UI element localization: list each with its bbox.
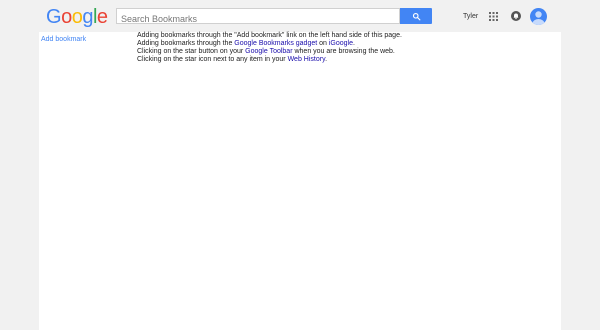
help-line: Clicking on the star button on your Goog… — [137, 48, 402, 56]
help-text: Clicking on the star icon next to any it… — [137, 56, 288, 63]
igoogle-link[interactable]: iGoogle — [329, 40, 353, 47]
google-toolbar-link[interactable]: Google Toolbar — [245, 48, 292, 55]
main-content: Add bookmark Adding bookmarks through th… — [39, 32, 561, 330]
logo-letter: o — [61, 6, 72, 28]
avatar-icon — [532, 11, 545, 25]
google-logo[interactable]: Google — [46, 5, 108, 29]
avatar[interactable] — [530, 8, 547, 25]
logo-letter: g — [82, 6, 93, 28]
help-text: . — [325, 56, 328, 63]
help-text: Clicking on the star button on your — [137, 48, 246, 55]
help-text: when you are browsing the web. — [292, 48, 395, 55]
add-bookmark-link[interactable]: Add bookmark — [41, 35, 86, 44]
bookmark-help-text: Adding bookmarks through the "Add bookma… — [137, 32, 402, 64]
apps-grid-icon[interactable] — [489, 12, 498, 21]
help-text: on — [317, 40, 329, 47]
web-history-link[interactable]: Web History — [288, 56, 325, 63]
help-line: Clicking on the star icon next to any it… — [137, 56, 402, 64]
search-icon — [412, 12, 420, 20]
search-button[interactable] — [400, 8, 432, 24]
top-bar: Google Tyler — [0, 0, 600, 32]
bookmarks-gadget-link[interactable]: Google Bookmarks gadget — [234, 40, 317, 47]
user-name[interactable]: Tyler — [463, 12, 478, 21]
logo-letter: o — [71, 6, 83, 28]
search-box — [116, 8, 400, 26]
search-input[interactable] — [117, 12, 399, 26]
help-line: Adding bookmarks through the "Add bookma… — [137, 32, 402, 39]
logo-letter: G — [46, 6, 62, 28]
logo-letter: e — [96, 6, 108, 28]
notifications-icon[interactable] — [511, 11, 521, 21]
help-line: Adding bookmarks through the Google Book… — [137, 40, 402, 48]
help-text: Adding bookmarks through the — [137, 40, 235, 47]
help-text: . — [353, 40, 355, 47]
